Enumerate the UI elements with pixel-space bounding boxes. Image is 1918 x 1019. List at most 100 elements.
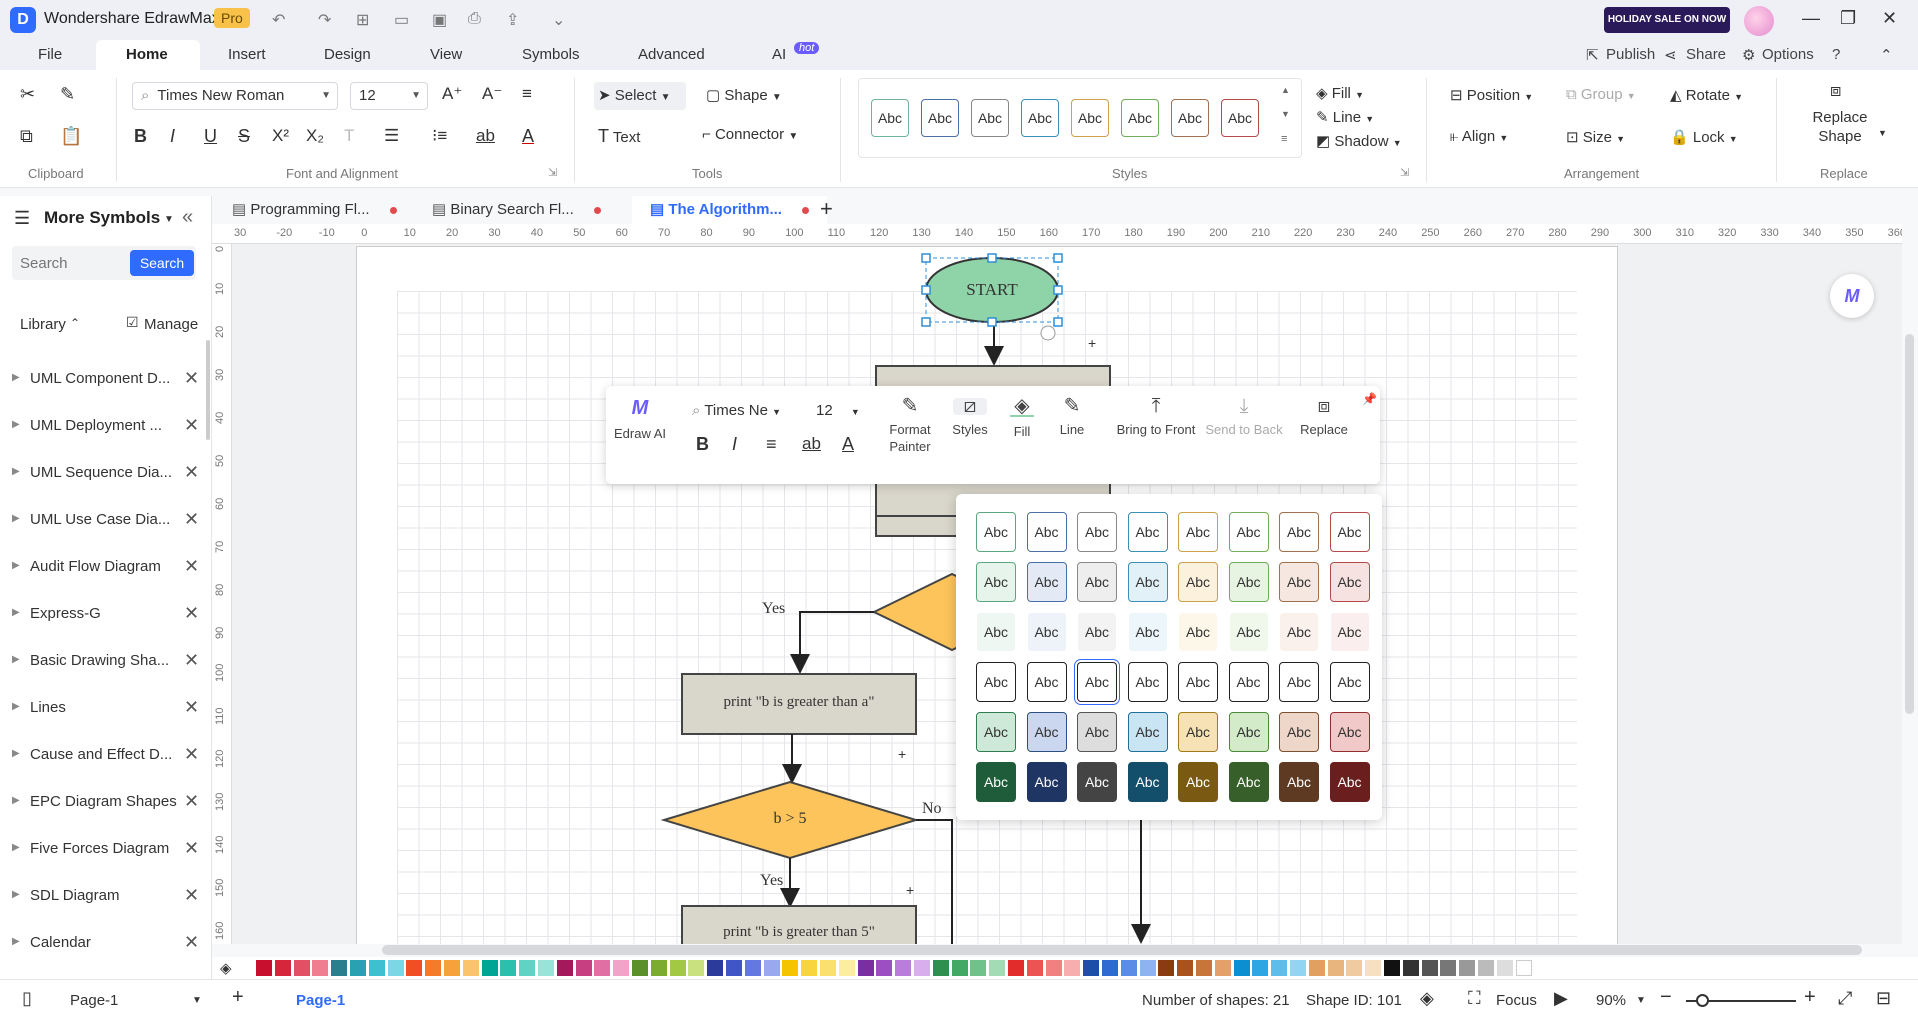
color-swatch[interactable]: [763, 960, 780, 976]
user-avatar[interactable]: [1744, 6, 1774, 36]
color-swatch[interactable]: [481, 960, 498, 976]
style-option[interactable]: Abc: [1279, 562, 1319, 602]
page-tab-active[interactable]: Page-1: [296, 992, 345, 1009]
color-swatch[interactable]: [1459, 960, 1476, 976]
font-family-select[interactable]: ⌕ Times New Roman ▼: [132, 82, 338, 110]
color-swatch[interactable]: [1196, 960, 1212, 976]
bold-icon[interactable]: B: [134, 126, 147, 147]
color-swatch[interactable]: [1026, 960, 1043, 976]
print-icon[interactable]: ⎙: [468, 10, 481, 28]
color-swatch[interactable]: [387, 960, 404, 976]
fullscreen-icon[interactable]: ⊟: [1876, 988, 1891, 1009]
search-input[interactable]: [20, 246, 130, 280]
font-color-icon[interactable]: A: [522, 126, 534, 147]
color-swatch[interactable]: [857, 960, 874, 976]
undo-icon[interactable]: ↶: [272, 10, 285, 30]
style-option[interactable]: Abc: [1228, 512, 1269, 552]
zoom-slider-thumb[interactable]: [1696, 994, 1709, 1007]
style-option[interactable]: Abc: [976, 712, 1016, 752]
doc-tab-algorithm[interactable]: ▤ The Algorithm...: [632, 196, 827, 224]
color-swatch[interactable]: [1177, 960, 1194, 976]
close-icon[interactable]: ✕: [184, 838, 199, 859]
text-highlight-icon[interactable]: ab: [476, 126, 495, 146]
library-item[interactable]: ▶ UML Use Case Dia... ✕: [0, 501, 210, 541]
color-swatch[interactable]: [500, 960, 517, 976]
color-swatch[interactable]: [1008, 960, 1024, 976]
color-swatch[interactable]: [1478, 960, 1494, 976]
style-option[interactable]: Abc: [1228, 612, 1269, 652]
fit-page-icon[interactable]: ⤢: [1838, 988, 1852, 1009]
text-format-icon[interactable]: T: [344, 126, 354, 146]
color-swatch[interactable]: [1365, 960, 1382, 976]
select-button[interactable]: ➤ Select ▼: [594, 82, 686, 110]
close-icon[interactable]: ✕: [184, 885, 199, 906]
bring-to-front-button[interactable]: ⤒ Bring to Front: [1114, 396, 1198, 438]
library-item[interactable]: ▶ UML Component D... ✕: [0, 360, 210, 400]
style-option[interactable]: Abc: [976, 762, 1016, 802]
style-option[interactable]: Abc: [1279, 712, 1319, 752]
color-swatch[interactable]: [932, 960, 949, 976]
style-option[interactable]: Abc: [1026, 562, 1067, 602]
cut-icon[interactable]: ✂: [20, 84, 35, 105]
chevron-down-icon[interactable]: ▼: [1636, 995, 1646, 1006]
print-a-label[interactable]: print "b is greater than a": [682, 694, 916, 711]
zoom-out-icon[interactable]: −: [1660, 986, 1672, 1009]
start-label[interactable]: START: [926, 280, 1058, 300]
color-swatch[interactable]: [1421, 960, 1438, 976]
search-button[interactable]: Search: [130, 250, 194, 276]
page-selector[interactable]: Page-1: [70, 992, 118, 1009]
size-button[interactable]: ⊡ Size ▼: [1566, 128, 1625, 146]
style-option[interactable]: Abc: [1077, 612, 1117, 652]
color-swatch[interactable]: [914, 960, 930, 976]
color-swatch[interactable]: [1158, 960, 1175, 976]
fill-bucket-icon[interactable]: ◈: [220, 959, 232, 977]
color-swatch[interactable]: [1496, 960, 1513, 976]
tab-view[interactable]: View: [430, 46, 462, 63]
library-item[interactable]: ▶ SDL Diagram ✕: [0, 877, 210, 917]
style-option[interactable]: Abc: [1329, 712, 1370, 752]
color-swatch[interactable]: [970, 960, 987, 976]
align-text-icon[interactable]: ≡: [522, 84, 532, 104]
strikethrough-icon[interactable]: S: [238, 126, 250, 147]
play-icon[interactable]: ▶: [1554, 988, 1568, 1009]
tab-advanced[interactable]: Advanced: [638, 46, 705, 63]
save-icon[interactable]: ▣: [432, 10, 447, 30]
color-swatch[interactable]: [1233, 960, 1250, 976]
collapse-panel-icon[interactable]: «: [182, 206, 193, 229]
minimize-icon[interactable]: —: [1802, 8, 1820, 29]
focus-button[interactable]: Focus: [1496, 992, 1537, 1009]
close-icon[interactable]: ✕: [184, 462, 199, 483]
color-swatch[interactable]: [1346, 960, 1363, 976]
library-item[interactable]: ▶ Express-G ✕: [0, 595, 210, 635]
color-swatch[interactable]: [1102, 960, 1118, 976]
style-option[interactable]: Abc: [976, 662, 1016, 702]
close-icon[interactable]: ✕: [184, 368, 199, 389]
style-option[interactable]: Abc: [1279, 612, 1319, 652]
publish-button[interactable]: Publish: [1606, 46, 1655, 63]
color-swatch[interactable]: [707, 960, 724, 976]
color-swatch[interactable]: [782, 960, 799, 976]
color-swatch[interactable]: [876, 960, 893, 976]
color-swatch[interactable]: [1384, 960, 1400, 976]
tab-ai[interactable]: AI: [772, 46, 786, 63]
align-button[interactable]: ⫦ Align ▼: [1450, 128, 1508, 145]
tab-file[interactable]: File: [38, 46, 62, 63]
color-swatch[interactable]: [744, 960, 761, 976]
color-swatch[interactable]: [1064, 960, 1081, 976]
fill-button[interactable]: ◈ Fill: [1000, 396, 1044, 440]
style-option[interactable]: Abc: [1127, 662, 1168, 702]
lock-button[interactable]: 🔒 Lock ▼: [1670, 128, 1738, 146]
color-swatch[interactable]: [368, 960, 385, 976]
redo-icon[interactable]: ↷: [318, 10, 331, 30]
style-option[interactable]: Abc: [1077, 562, 1117, 602]
color-swatch[interactable]: [1440, 960, 1457, 976]
style-option[interactable]: Abc: [1026, 512, 1067, 552]
color-swatch[interactable]: [594, 960, 611, 976]
style-swatch[interactable]: Abc: [971, 99, 1009, 137]
color-swatch[interactable]: [350, 960, 366, 976]
subscript-icon[interactable]: X₂: [306, 126, 324, 146]
shadow-button[interactable]: ◩ Shadow ▼: [1316, 132, 1402, 150]
color-swatch[interactable]: [1083, 960, 1100, 976]
close-icon[interactable]: ✕: [184, 509, 199, 530]
color-swatch[interactable]: [519, 960, 536, 976]
